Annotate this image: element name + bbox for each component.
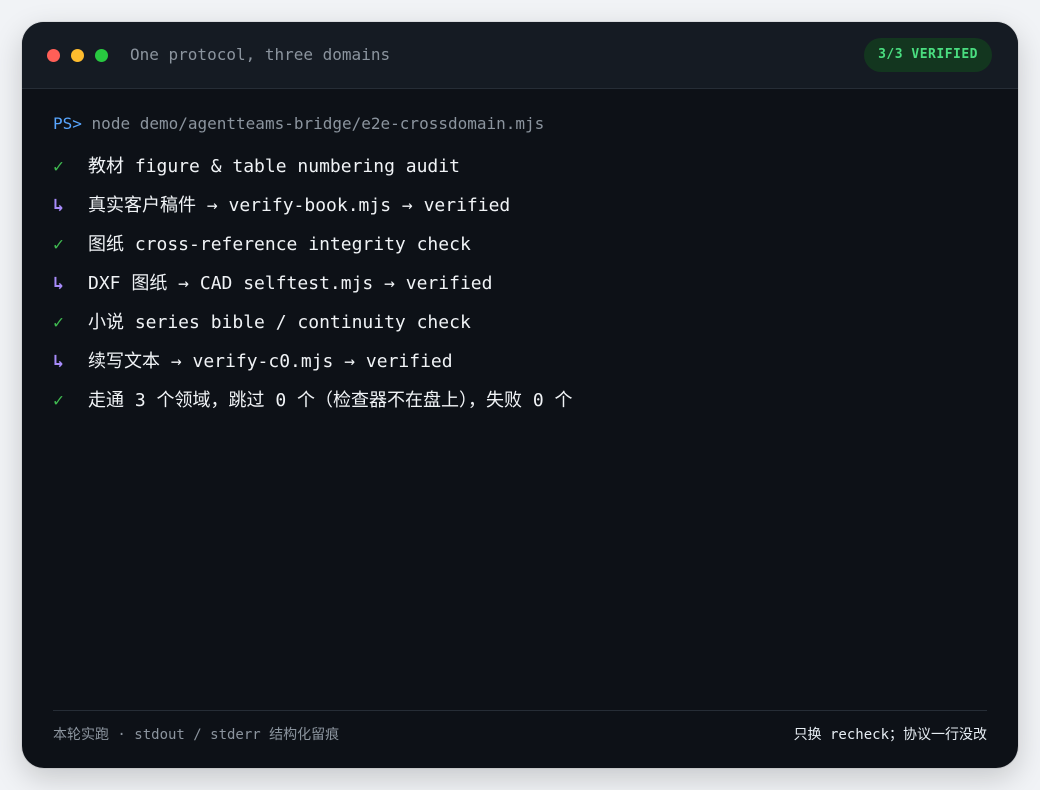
output-line: ✓ 小说 series bible / continuity check	[53, 303, 993, 342]
command-text: node demo/agentteams-bridge/e2e-crossdom…	[91, 114, 545, 133]
output-line-text: 续写文本 → verify-c0.mjs → verified	[88, 351, 453, 372]
verified-status-badge: 3/3 VERIFIED	[864, 38, 992, 72]
branch-arrow-icon: ↳	[53, 273, 64, 294]
terminal-window: One protocol, three domains 3/3 VERIFIED…	[22, 22, 1018, 768]
output-line: ↳ 真实客户稿件 → verify-book.mjs → verified	[53, 186, 993, 225]
shell-prompt: PS>	[53, 114, 82, 133]
output-line: ↳ 续写文本 → verify-c0.mjs → verified	[53, 342, 993, 381]
close-window-dot-icon[interactable]	[47, 49, 60, 62]
summary-line-text: 走通 3 个领域，跳过 0 个（检查器不在盘上），失败 0 个	[88, 390, 573, 411]
checkmark-icon: ✓	[53, 234, 64, 255]
output-line: ✓ 图纸 cross-reference integrity check	[53, 225, 993, 264]
minimize-window-dot-icon[interactable]	[71, 49, 84, 62]
window-titlebar: One protocol, three domains 3/3 VERIFIED	[22, 22, 1018, 89]
branch-arrow-icon: ↳	[53, 351, 64, 372]
output-line-text: 真实客户稿件 → verify-book.mjs → verified	[88, 195, 511, 216]
maximize-window-dot-icon[interactable]	[95, 49, 108, 62]
output-line-text: 教材 figure & table numbering audit	[88, 156, 460, 177]
output-line-text: DXF 图纸 → CAD selftest.mjs → verified	[88, 273, 493, 294]
checkmark-icon: ✓	[53, 156, 64, 177]
checkmark-icon: ✓	[53, 390, 64, 411]
terminal-output: PS> node demo/agentteams-bridge/e2e-cros…	[53, 112, 993, 420]
branch-arrow-icon: ↳	[53, 195, 64, 216]
checkmark-icon: ✓	[53, 312, 64, 333]
output-line: ✓ 教材 figure & table numbering audit	[53, 147, 993, 186]
window-title: One protocol, three domains	[130, 45, 391, 64]
footer-divider	[53, 710, 987, 711]
footer-caption: 本轮实跑 · stdout / stderr 结构化留痕	[53, 727, 340, 743]
command-line: PS> node demo/agentteams-bridge/e2e-cros…	[53, 112, 993, 136]
output-line-text: 图纸 cross-reference integrity check	[88, 234, 471, 255]
output-line-text: 小说 series bible / continuity check	[88, 312, 471, 333]
output-line: ↳ DXF 图纸 → CAD selftest.mjs → verified	[53, 264, 993, 303]
output-line: ✓ 走通 3 个领域，跳过 0 个（检查器不在盘上），失败 0 个	[53, 381, 993, 420]
footer-note: 只换 recheck；协议一行没改	[793, 727, 987, 743]
